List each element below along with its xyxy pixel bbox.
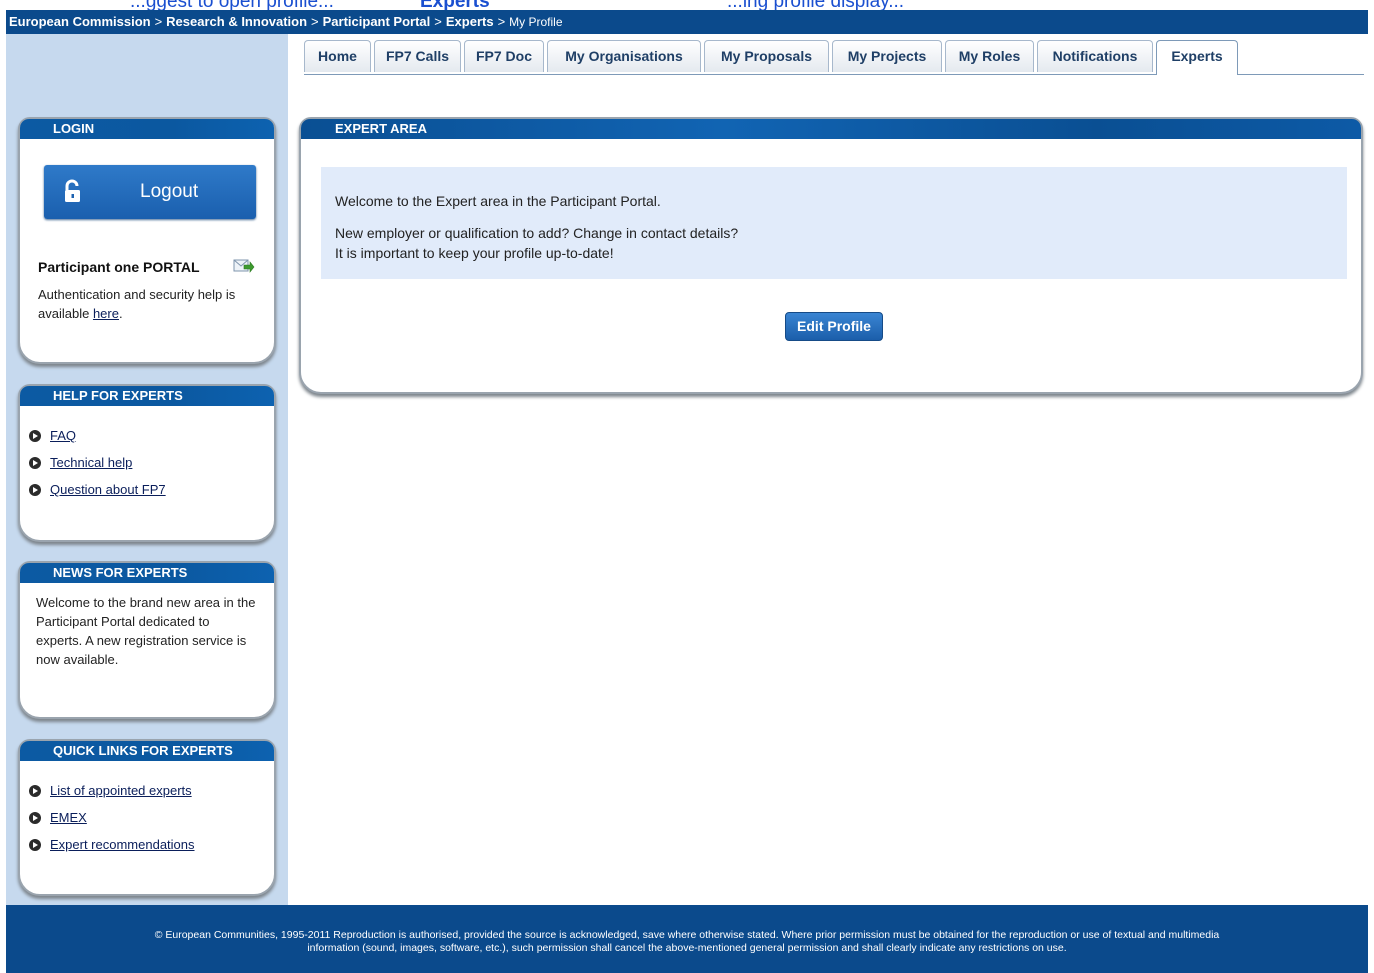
expert-info-box: Welcome to the Expert area in the Partic… <box>321 167 1347 279</box>
unlock-icon <box>62 179 88 205</box>
help-box: HELP FOR EXPERTS FAQ Technical help Ques… <box>18 384 276 542</box>
bullet-arrow-icon <box>29 839 41 851</box>
edit-profile-button[interactable]: Edit Profile <box>785 312 883 341</box>
bullet-arrow-icon <box>29 785 41 797</box>
help-link-technical[interactable]: Technical help <box>50 455 132 470</box>
news-box-title: NEWS FOR EXPERTS <box>20 563 274 583</box>
login-box: LOGIN Logout Participant one PORTAL Auth… <box>18 117 276 364</box>
breadcrumb-separator: > <box>497 14 506 29</box>
tab-experts[interactable]: Experts <box>1156 40 1238 75</box>
help-box-title: HELP FOR EXPERTS <box>20 386 274 406</box>
expert-update-reminder: It is important to keep your profile up-… <box>335 245 614 261</box>
auth-help-sentence: Authentication and security help is avai… <box>38 287 236 321</box>
list-item: EMEX <box>20 808 274 835</box>
tab-my-roles[interactable]: My Roles <box>945 40 1034 72</box>
main-tabs: Home FP7 Calls FP7 Doc My Organisations … <box>304 40 1364 75</box>
logout-button[interactable]: Logout <box>44 165 256 219</box>
tab-fp7-calls[interactable]: FP7 Calls <box>374 40 461 72</box>
bullet-arrow-icon <box>29 430 41 442</box>
tab-my-projects[interactable]: My Projects <box>832 40 942 72</box>
bullet-arrow-icon <box>29 457 41 469</box>
auth-help-suffix: . <box>118 306 123 321</box>
breadcrumb-separator: > <box>434 14 442 29</box>
clipped-top-text: ...ggest to open profile... Experts ...i… <box>0 0 1374 12</box>
quick-link-appointed-experts[interactable]: List of appointed experts <box>50 783 192 798</box>
logout-label: Logout <box>140 181 199 202</box>
portal-name: Participant one PORTAL <box>38 259 200 275</box>
expert-area-panel: EXPERT AREA Welcome to the Expert area i… <box>299 117 1363 394</box>
breadcrumb-participant-portal[interactable]: Participant Portal <box>323 14 431 29</box>
breadcrumb: European Commission > Research & Innovatio… <box>6 10 1368 34</box>
expert-update-question: New employer or qualification to add? Ch… <box>335 225 739 241</box>
auth-help-link[interactable]: here <box>93 306 119 321</box>
quick-links-box: QUICK LINKS FOR EXPERTS List of appointe… <box>18 739 276 896</box>
list-item: List of appointed experts <box>20 781 274 808</box>
tab-fp7-doc[interactable]: FP7 Doc <box>464 40 544 72</box>
list-item: Question about FP7 <box>20 480 274 507</box>
help-link-fp7[interactable]: Question about FP7 <box>50 482 166 497</box>
breadcrumb-current: My Profile <box>509 15 563 29</box>
tab-notifications[interactable]: Notifications <box>1037 40 1153 72</box>
list-item: Technical help <box>20 453 274 480</box>
footer-copyright-line2: information (sound, images, software, et… <box>307 942 1067 954</box>
login-box-title: LOGIN <box>20 119 274 139</box>
bullet-arrow-icon <box>29 812 41 824</box>
quick-link-emex[interactable]: EMEX <box>50 810 87 825</box>
footer: © European Communities, 1995-2011 Reprod… <box>6 905 1368 973</box>
expert-welcome-text: Welcome to the Expert area in the Partic… <box>335 193 661 209</box>
breadcrumb-research-innovation[interactable]: Research & Innovation <box>166 14 307 29</box>
quick-link-recommendations[interactable]: Expert recommendations <box>50 837 195 852</box>
breadcrumb-european-commission[interactable]: European Commission <box>9 14 151 29</box>
tab-my-proposals[interactable]: My Proposals <box>704 40 829 72</box>
breadcrumb-separator: > <box>154 14 163 29</box>
auth-help-text: Authentication and security help is avai… <box>38 285 263 323</box>
tab-home[interactable]: Home <box>304 40 371 72</box>
bullet-arrow-icon <box>29 484 41 496</box>
list-item: FAQ <box>20 426 274 453</box>
portal-frame: European Commission > Research & Innovatio… <box>6 10 1368 973</box>
tab-my-organisations[interactable]: My Organisations <box>547 40 701 72</box>
mail-arrow-icon[interactable] <box>233 257 255 278</box>
list-item: Expert recommendations <box>20 835 274 862</box>
breadcrumb-separator: > <box>311 14 319 29</box>
news-box: NEWS FOR EXPERTS Welcome to the brand ne… <box>18 561 276 719</box>
quick-links-title: QUICK LINKS FOR EXPERTS <box>20 741 274 761</box>
breadcrumb-experts[interactable]: Experts <box>446 14 494 29</box>
help-link-faq[interactable]: FAQ <box>50 428 76 443</box>
footer-copyright-line1: © European Communities, 1995-2011 Reprod… <box>154 929 1220 941</box>
expert-area-title: EXPERT AREA <box>301 119 1361 139</box>
news-text: Welcome to the brand new area in the Par… <box>36 595 256 667</box>
